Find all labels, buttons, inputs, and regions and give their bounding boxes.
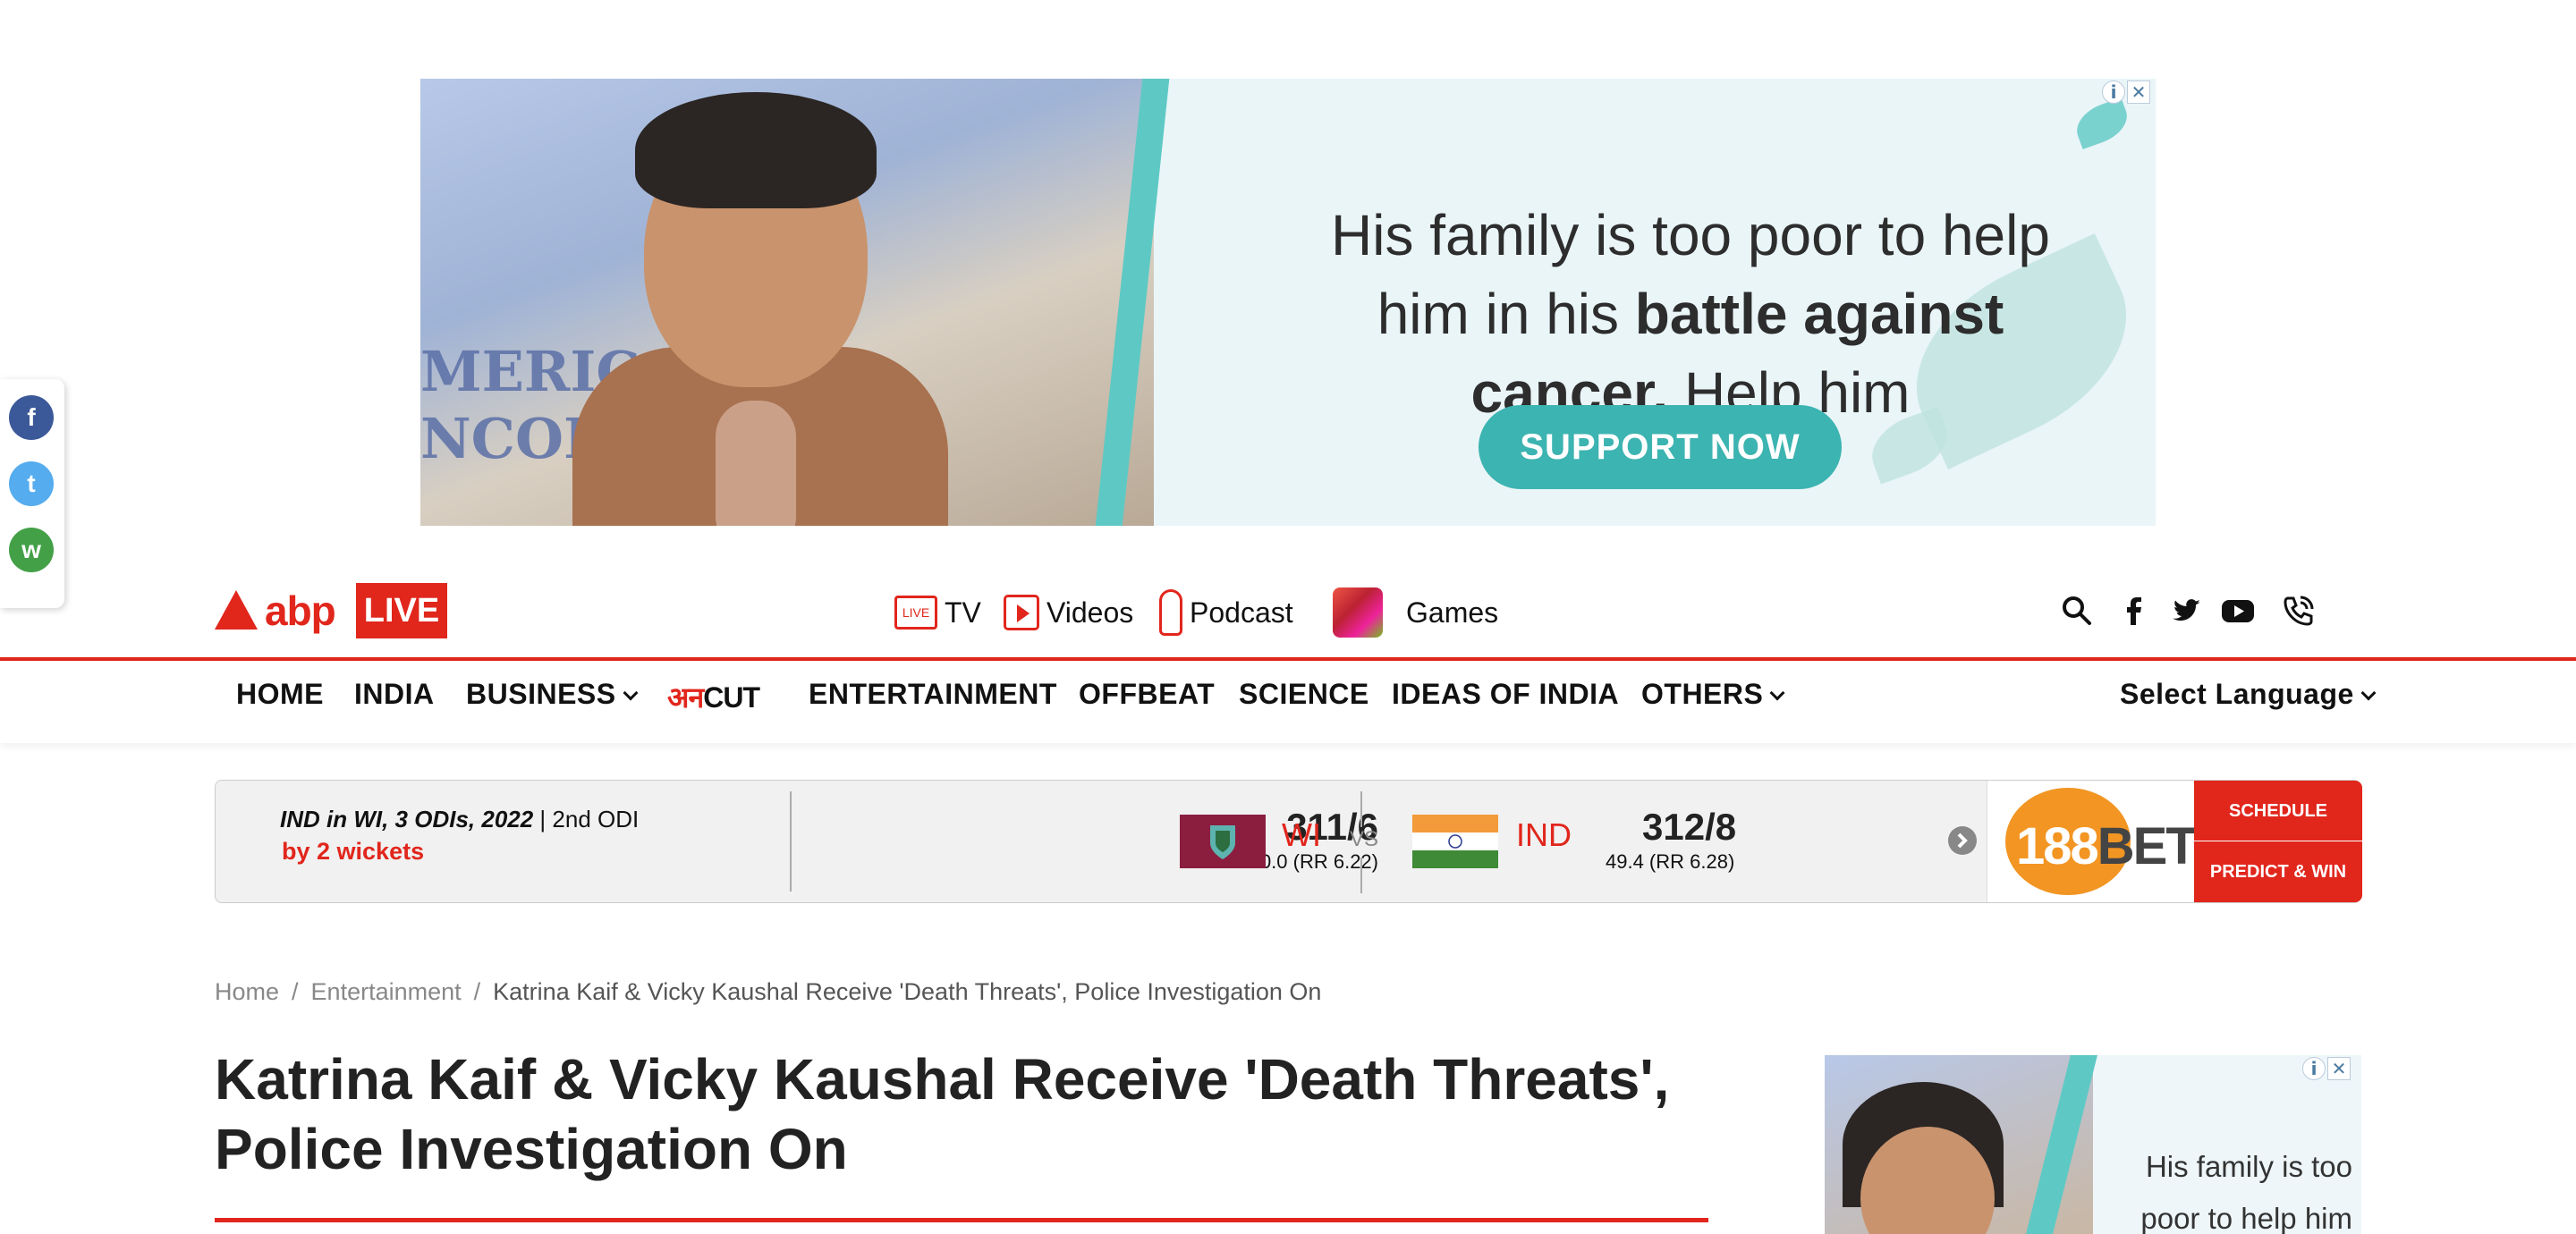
games-link[interactable]: Games [1333,587,1499,638]
breadcrumb-home[interactable]: Home [215,978,279,1005]
logo-arrow-icon [215,590,258,630]
sponsor-bet: BET [2097,817,2198,875]
ad-close-icon[interactable]: ✕ [2127,80,2150,104]
nav-ideas-of-india[interactable]: IDEAS OF INDIA [1392,678,1619,711]
twitter-icon[interactable] [2168,593,2204,629]
chevron-down-icon [623,685,639,701]
logo-live: LIVE [356,583,447,638]
vs-divider-bottom [1360,858,1362,893]
sidebar-ad[interactable]: His family is too poor to help him i ✕ [1825,1055,2361,1234]
podcast-link[interactable]: Podcast [1159,589,1293,636]
games-label: Games [1406,596,1499,629]
nav-india[interactable]: INDIA [354,678,435,711]
language-label: Select Language [2120,678,2354,710]
microphone-icon [1159,589,1182,636]
nav-anncut-logo[interactable]: अनCUT [667,678,760,716]
team2-score: 312/8 [1642,806,1737,848]
team2-overs: 49.4 (RR 6.28) [1606,850,1735,873]
team2-name: IND [1516,816,1572,853]
support-now-button[interactable]: SUPPORT NOW [1479,405,1842,489]
series-name: IND in WI, 3 ODIs, 2022 [280,806,534,833]
nav-science[interactable]: SCIENCE [1239,678,1369,711]
vs-divider-top [1360,791,1362,827]
ad-line-1: His family is too poor to help [1331,203,2050,267]
videos-link[interactable]: Videos [1004,590,1133,635]
team1-name: WI [1282,816,1321,853]
article-headline: Katrina Kaif & Vicky Kaushal Receive 'De… [215,1047,1670,1181]
nav-business-label: BUSINESS [466,678,616,710]
nav-business[interactable]: BUSINESS [466,678,639,711]
chevron-down-icon [1769,685,1785,701]
ad-hospital-text: MERIC NCOL [420,339,640,471]
podcast-label: Podcast [1190,596,1293,629]
match-series: IND in WI, 3 ODIs, 2022 | 2nd ODI [280,806,640,833]
score-divider [790,791,792,892]
breadcrumb: Home / Entertainment / Katrina Kaif & Vicky … [215,978,1322,1005]
breadcrumb-current: Katrina Kaif & Vicky Kaushal Receive 'De… [493,978,1322,1005]
schedule-button[interactable]: SCHEDULE [2194,781,2362,841]
ad-info-icon[interactable]: i [2102,80,2125,104]
live-tv-icon: LIVE [894,596,937,630]
youtube-icon[interactable] [2220,593,2256,629]
sponsor-188: 188 [2016,817,2099,875]
facebook-share-icon[interactable]: f [9,395,54,440]
child-hands [716,401,796,526]
tv-label: TV [945,596,981,629]
nav-offbeat[interactable]: OFFBEAT [1079,678,1215,711]
anncut-hindi: अन [667,681,704,714]
video-play-icon [1004,595,1039,630]
nav-others[interactable]: OTHERS [1641,678,1785,711]
nav-others-label: OTHERS [1641,678,1764,710]
nav-home[interactable]: HOME [236,678,324,711]
sponsor-logo-text: 188BET [2016,816,2198,876]
match-name: 2nd ODI [552,806,640,833]
wi-flag-icon [1180,815,1266,868]
games-icon [1333,587,1383,638]
nav-entertainment[interactable]: ENTERTAINMENT [809,678,1057,711]
social-share-bar: f t w [0,379,64,608]
language-select[interactable]: Select Language [2120,678,2377,711]
match-result: by 2 wickets [282,838,425,865]
chevron-down-icon [2360,685,2377,701]
phone-icon[interactable] [2281,593,2317,629]
next-arrow-icon[interactable] [1947,825,1978,856]
facebook-icon[interactable] [2116,593,2152,629]
search-icon[interactable] [2059,593,2095,629]
whatsapp-share-icon[interactable]: w [9,528,54,572]
anncut-cut: CUT [703,681,760,714]
ad-line-2: him in his battle against [1377,282,2004,346]
breadcrumb-section[interactable]: Entertainment [311,978,462,1005]
live-score-widget[interactable]: IND in WI, 3 ODIs, 2022 | 2nd ODI by 2 w… [215,780,2362,903]
videos-label: Videos [1046,596,1134,629]
predict-win-button[interactable]: PREDICT & WIN [2194,841,2362,902]
ad-info-icon[interactable]: i [2302,1057,2326,1080]
logo-abp: abp [265,587,336,634]
top-banner-ad[interactable]: MERIC NCOL His family is too poor to hel… [420,79,2156,526]
tv-link[interactable]: LIVE TV [894,590,981,635]
twitter-share-icon[interactable]: t [9,461,54,506]
india-flag-icon [1412,815,1498,868]
ad-close-icon[interactable]: ✕ [2327,1057,2351,1080]
sponsor-188bet[interactable]: 188BET [1987,781,2198,902]
side-ad-text: His family is too poor to help him [2140,1150,2352,1234]
headline-underline [215,1218,1708,1222]
ad-photo: MERIC NCOL [420,79,1154,526]
child-hair [635,92,877,208]
vs-label: VS [1350,827,1379,851]
